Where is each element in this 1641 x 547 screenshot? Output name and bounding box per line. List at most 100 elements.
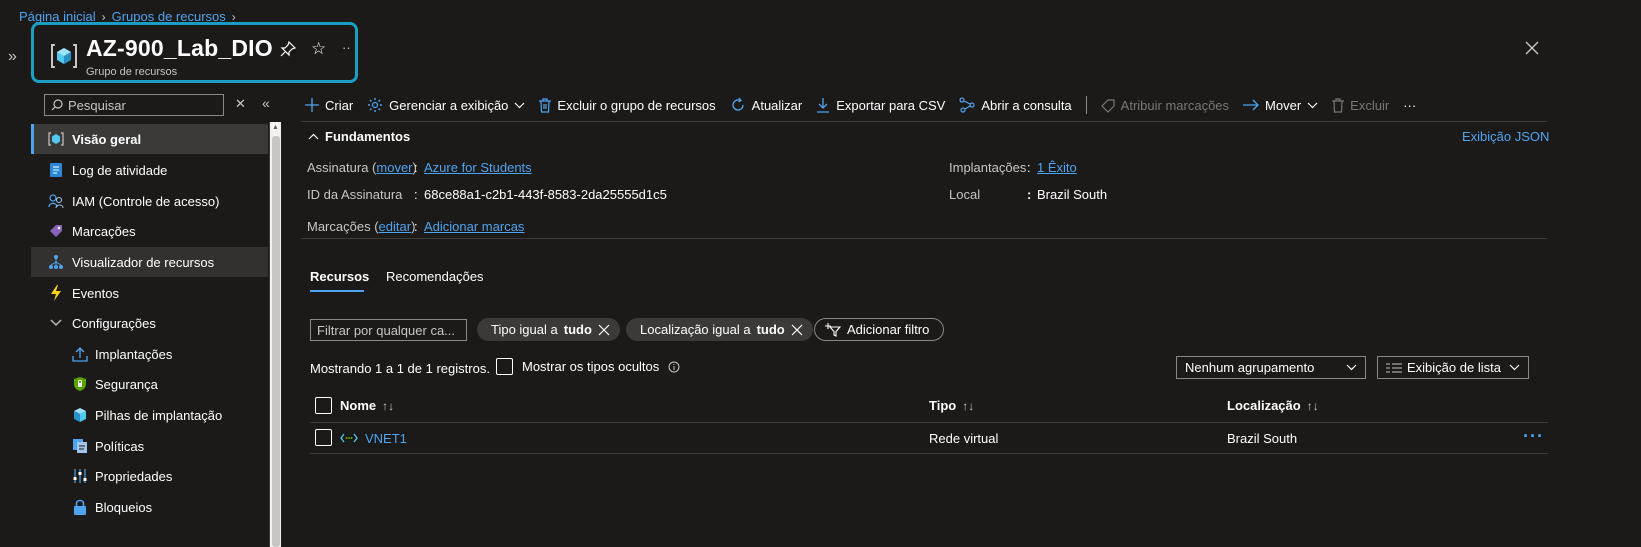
info-icon[interactable] [668,361,680,373]
add-tags-link[interactable]: Adicionar marcas [424,219,524,234]
refresh-button[interactable]: Atualizar [730,97,803,113]
scroll-up-icon[interactable]: ▲ [272,124,279,131]
essentials-toggle[interactable]: Fundamentos [308,129,410,144]
search-input[interactable] [68,97,218,113]
sidebar-item-label: Bloqueios [95,499,153,515]
sidebar-item-policies[interactable]: Políticas [31,431,268,461]
show-hidden-checkbox[interactable] [496,358,513,375]
sidebar-item-properties[interactable]: Propriedades [31,461,268,491]
column-header-location[interactable]: Localização ↑↓ [1227,398,1319,413]
page-subtitle: Grupo de recursos [86,66,178,78]
sort-icon: ↑↓ [1306,398,1319,413]
resource-type: Rede virtual [929,431,999,446]
add-filter-button[interactable]: Adicionar filtro [814,318,945,341]
chevron-down-icon [1509,364,1520,371]
filter-input[interactable] [311,320,466,340]
lightning-icon [48,285,64,301]
clear-search-icon[interactable]: ✕ [235,96,246,112]
gear-icon [368,98,383,112]
assign-tags-button[interactable]: Atribuir marcações [1100,98,1229,113]
json-view-link[interactable]: Exibição JSON [1462,129,1549,144]
sidebar-item-overview[interactable]: Visão geral [31,124,268,154]
toolbar-more-icon[interactable]: ··· [1403,98,1416,113]
type-filter-pill[interactable]: Tipo igual a tudo [477,318,620,341]
sidebar-item-activity-log[interactable]: Log de atividade [31,155,268,185]
list-view-icon [1386,363,1402,372]
view-value: Exibição de lista [1407,360,1501,375]
subscription-row: Assinatura (mover) [307,160,417,175]
type-filter-value: tudo [563,322,592,337]
collapse-sidebar-icon[interactable]: « [262,95,270,111]
star-icon[interactable]: ☆ [311,39,326,59]
resource-location: Brazil South [1227,431,1298,446]
deployment-stack-icon [72,407,88,423]
sidebar-item-events[interactable]: Eventos [31,278,268,308]
tab-resources[interactable]: Recursos [310,269,369,284]
delete-group-button[interactable]: Excluir o grupo de recursos [539,97,716,113]
sort-icon: ↑↓ [962,398,975,413]
type-filter-prefix: Tipo igual a [491,322,558,337]
tags-row: Marcações (editar) [307,219,416,234]
grouping-dropdown[interactable]: Nenhum agrupamento [1176,356,1366,379]
subscription-value-link[interactable]: Azure for Students [424,160,532,175]
row-checkbox[interactable] [315,429,332,446]
column-header-name[interactable]: Nome ↑↓ [340,398,394,413]
open-query-button[interactable]: Abrir a consulta [959,97,1072,113]
sidebar-item-resource-visualizer[interactable]: Visualizador de recursos [31,247,268,277]
resource-group-icon [51,44,77,68]
create-button[interactable]: Criar [305,98,353,113]
sidebar-search[interactable] [44,94,224,116]
activity-log-icon [48,162,64,178]
manage-view-button[interactable]: Gerenciar a exibição [367,97,525,113]
close-icon[interactable] [1522,38,1542,58]
select-all-checkbox[interactable] [315,397,332,414]
toolbar-divider [1085,96,1087,114]
view-dropdown[interactable]: Exibição de lista [1377,356,1529,379]
delete-label: Excluir [1350,97,1390,113]
close-icon[interactable] [791,324,803,336]
iam-icon [48,193,64,209]
close-icon[interactable] [598,324,610,336]
show-hidden-types[interactable]: Mostrar os tipos ocultos [496,358,680,375]
sidebar-item-security[interactable]: Segurança [31,369,268,399]
column-header-type[interactable]: Tipo ↑↓ [929,398,974,413]
row-more-icon[interactable]: ··· [1523,426,1544,447]
tab-recommendations[interactable]: Recomendações [386,269,484,284]
deployments-value-link[interactable]: 1 Êxito [1037,160,1077,175]
chevron-down-icon [48,315,64,331]
tags-edit-link[interactable]: editar [379,219,412,234]
delete-button[interactable]: Excluir [1332,98,1389,113]
refresh-label: Atualizar [751,97,803,113]
pin-icon[interactable] [280,41,296,57]
location-filter-pill[interactable]: Localização igual a tudo [626,318,813,341]
tag-icon [1100,98,1115,113]
filter-field[interactable] [310,319,467,341]
sidebar-item-locks[interactable]: Bloqueios [31,492,268,522]
delete-group-label: Excluir o grupo de recursos [557,97,716,113]
page-title: AZ-900_Lab_DIO [86,35,273,61]
more-icon[interactable]: ·· [342,40,351,55]
sidebar-scrollbar[interactable]: ▲ [269,122,281,547]
chevron-down-icon [1307,102,1318,108]
resource-name-link[interactable]: VNET1 [365,431,407,446]
sidebar-item-settings-group[interactable]: Configurações [31,308,268,338]
chevron-down-icon [1346,364,1357,371]
command-bar: Criar Gerenciar a exibição Excluir o gru… [305,94,1430,116]
grouping-value: Nenhum agrupamento [1185,360,1315,375]
lock-icon [72,499,88,515]
sidebar-item-deployments[interactable]: Implantações [31,339,268,369]
sidebar-item-label: Políticas [95,438,145,454]
resource-group-icon [48,131,64,147]
export-csv-button[interactable]: Exportar para CSV [816,97,945,113]
sidebar-item-deployment-stacks[interactable]: Pilhas de implantação [31,400,268,430]
sidebar-item-tags[interactable]: Marcações [31,216,268,246]
sidebar-item-label: Eventos [72,285,119,301]
tag-icon [48,223,64,239]
subscription-move-link[interactable]: mover [376,160,412,175]
scrollbar-thumb[interactable] [272,136,280,547]
sidebar-item-iam[interactable]: IAM (Controle de acesso) [31,186,268,216]
query-icon [959,97,975,113]
move-button[interactable]: Mover [1243,98,1318,113]
sidebar-item-label: IAM (Controle de acesso) [72,193,220,209]
expand-menu-icon[interactable]: » [8,48,17,66]
